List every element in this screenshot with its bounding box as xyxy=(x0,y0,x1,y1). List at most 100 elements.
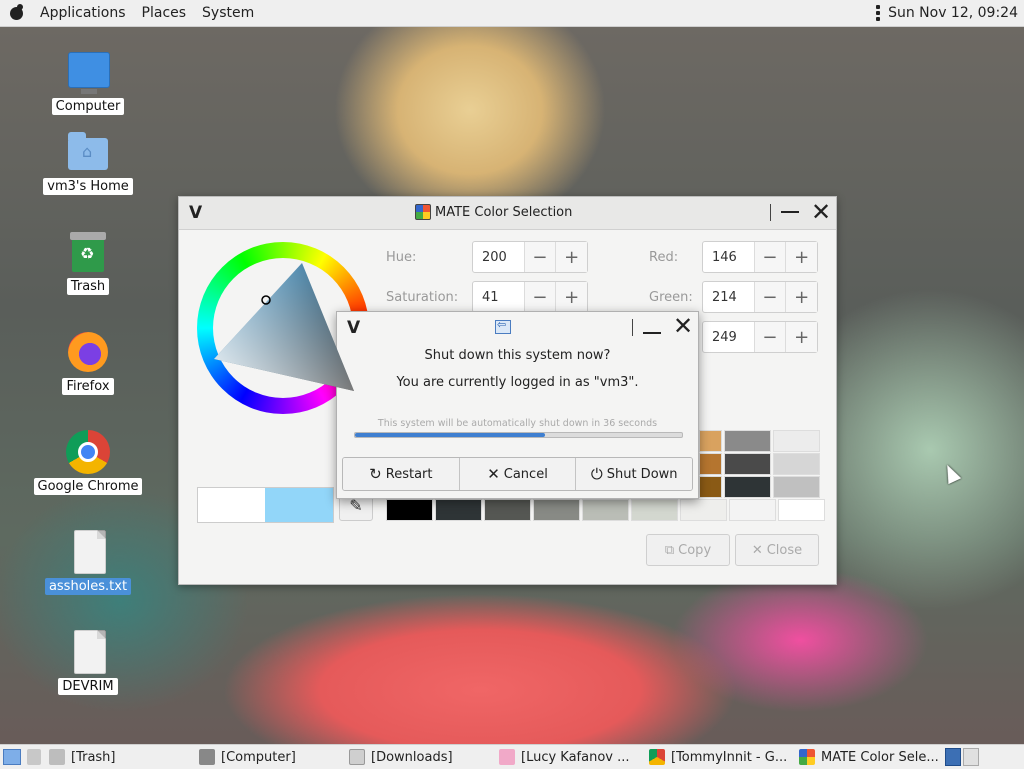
clock[interactable]: Sun Nov 12, 09:24 xyxy=(888,5,1018,21)
saturation-spinner[interactable]: 41 − + xyxy=(472,281,588,313)
copy-icon: ⧉ xyxy=(664,542,675,558)
close-icon[interactable]: ✕ xyxy=(673,314,693,338)
palette-swatch[interactable] xyxy=(773,476,820,498)
green-spinner[interactable]: 214 − + xyxy=(702,281,818,313)
taskbar-item-downloads[interactable]: [Downloads] xyxy=(341,745,491,769)
computer-icon xyxy=(199,749,215,765)
firefox-icon xyxy=(68,332,108,372)
desktop-icon-firefox[interactable]: Firefox xyxy=(43,330,133,395)
window-titlebar[interactable]: V MATE Color Selection ✕ xyxy=(179,197,836,230)
trash-applet-icon[interactable] xyxy=(27,749,41,765)
chrome-icon xyxy=(66,430,110,474)
minus-icon[interactable]: − xyxy=(523,242,556,272)
taskbar-item-lucy[interactable]: [Lucy Kafanov ... xyxy=(491,745,641,769)
palette-swatch[interactable] xyxy=(724,453,771,475)
mate-foot-icon[interactable] xyxy=(8,4,26,22)
cancel-button[interactable]: ✕ Cancel xyxy=(459,458,577,490)
minus-icon[interactable]: − xyxy=(753,242,786,272)
saturation-value[interactable]: 41 xyxy=(473,290,524,305)
palette-swatch[interactable] xyxy=(435,499,482,521)
palette-swatch[interactable] xyxy=(778,499,825,521)
plus-icon[interactable]: + xyxy=(785,282,817,312)
minus-icon[interactable]: − xyxy=(753,282,786,312)
restart-icon: ↻ xyxy=(369,465,382,483)
computer-icon xyxy=(68,52,110,94)
desktop-icon-computer[interactable]: Computer xyxy=(43,50,133,115)
folder-icon xyxy=(49,749,65,765)
plus-icon[interactable]: + xyxy=(785,242,817,272)
close-icon[interactable]: ✕ xyxy=(811,200,831,224)
menu-places[interactable]: Places xyxy=(134,5,195,21)
desktop-icon-chrome[interactable]: Google Chrome xyxy=(33,430,143,495)
desktop-icon-label: Trash xyxy=(66,278,110,295)
minus-icon[interactable]: − xyxy=(523,282,556,312)
blue-spinner[interactable]: 249 − + xyxy=(702,321,818,353)
palette-swatch[interactable] xyxy=(533,499,580,521)
plus-icon[interactable]: + xyxy=(785,322,817,352)
desktop-icon-label: Google Chrome xyxy=(33,478,143,495)
top-panel: Applications Places System Sun Nov 12, 0… xyxy=(0,0,1024,27)
dialog-question: Shut down this system now? xyxy=(424,348,611,363)
workspace-2[interactable] xyxy=(963,748,979,766)
taskbar-item-color-selection[interactable]: MATE Color Sele... xyxy=(791,745,941,769)
logout-icon xyxy=(495,318,511,334)
window-title: MATE Color Selection xyxy=(435,204,573,220)
palette-swatch[interactable] xyxy=(699,476,722,498)
hue-label: Hue: xyxy=(386,250,417,265)
palette-swatch[interactable] xyxy=(773,453,820,475)
desktop-icon-label: vm3's Home xyxy=(43,178,133,195)
color-triangle[interactable] xyxy=(214,263,354,391)
palette-swatch[interactable] xyxy=(631,499,678,521)
desktop-icon-devrim[interactable]: DEVRIM xyxy=(43,630,133,695)
palette-swatch[interactable] xyxy=(680,499,727,521)
trash-icon xyxy=(70,232,106,272)
hue-value[interactable]: 200 xyxy=(473,250,524,265)
palette-swatch[interactable] xyxy=(729,499,776,521)
minimize-icon[interactable] xyxy=(781,211,799,213)
minimize-icon[interactable] xyxy=(643,332,661,334)
plus-icon[interactable]: + xyxy=(555,282,587,312)
window-menu-icon[interactable]: V xyxy=(189,203,202,223)
desktop-icon-home[interactable]: vm3's Home xyxy=(43,130,133,195)
palette-swatch[interactable] xyxy=(699,453,722,475)
saturation-label: Saturation: xyxy=(386,290,459,305)
panel-handle-icon[interactable] xyxy=(876,5,881,21)
palette-swatch[interactable] xyxy=(386,499,433,521)
palette-swatch[interactable] xyxy=(773,430,820,452)
palette-swatch[interactable] xyxy=(582,499,629,521)
plus-icon[interactable]: + xyxy=(555,242,587,272)
workspace-1[interactable] xyxy=(945,748,961,766)
close-button[interactable]: ✕ Close xyxy=(735,534,819,566)
power-icon: ⏻ xyxy=(590,465,603,483)
desktop-icon-label: Firefox xyxy=(62,378,114,395)
palette-swatch[interactable] xyxy=(699,430,722,452)
desktop-icon-trash[interactable]: Trash xyxy=(43,230,133,295)
palette-swatch[interactable] xyxy=(724,430,771,452)
countdown-text: This system will be automatically shut d… xyxy=(377,418,658,429)
palette-swatch[interactable] xyxy=(484,499,531,521)
minus-icon[interactable]: − xyxy=(753,322,786,352)
taskbar-item-tommyinnit[interactable]: [TommyInnit - G... xyxy=(641,745,791,769)
color-app-icon xyxy=(799,749,815,765)
blue-value[interactable]: 249 xyxy=(703,330,754,345)
close-icon: ✕ xyxy=(751,542,763,558)
dialog-titlebar[interactable]: V ✕ xyxy=(337,312,698,342)
desktop-icon-assholes-txt[interactable]: assholes.txt xyxy=(43,530,133,595)
palette-swatch[interactable] xyxy=(724,476,771,498)
bottom-panel: [Trash] [Computer] [Downloads] [Lucy Kaf… xyxy=(0,744,1024,769)
shutdown-button[interactable]: ⏻ Shut Down xyxy=(576,458,692,490)
taskbar-item-trash[interactable]: [Trash] xyxy=(41,745,191,769)
green-value[interactable]: 214 xyxy=(703,290,754,305)
copy-button[interactable]: ⧉ Copy xyxy=(646,534,730,566)
menu-applications[interactable]: Applications xyxy=(32,5,134,21)
taskbar-item-computer[interactable]: [Computer] xyxy=(191,745,341,769)
menu-system[interactable]: System xyxy=(194,5,262,21)
restart-button[interactable]: ↻ Restart xyxy=(343,458,460,490)
red-value[interactable]: 146 xyxy=(703,250,754,265)
desktop-icon-label: DEVRIM xyxy=(58,678,118,695)
hue-spinner[interactable]: 200 − + xyxy=(472,241,588,273)
red-spinner[interactable]: 146 − + xyxy=(702,241,818,273)
desktop-icon-label: assholes.txt xyxy=(44,578,132,595)
color-app-icon xyxy=(415,204,431,220)
show-desktop-icon[interactable] xyxy=(3,749,21,765)
